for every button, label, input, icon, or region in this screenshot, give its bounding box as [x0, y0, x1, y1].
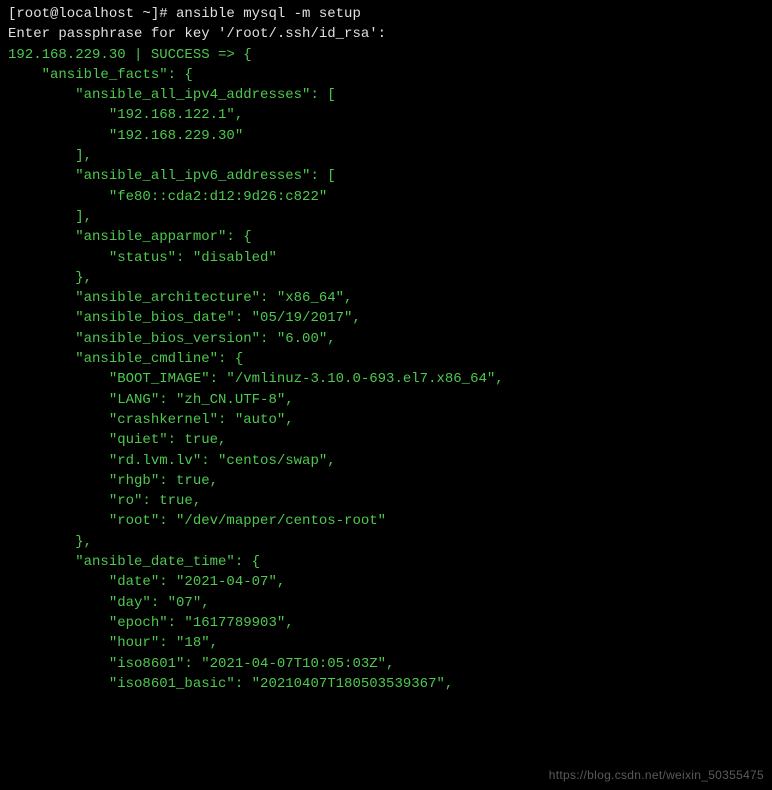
passphrase-prompt: Enter passphrase for key '/root/.ssh/id_… — [8, 26, 386, 42]
json-output-line: "ansible_cmdline": { — [8, 349, 764, 369]
json-output-line: ], — [8, 207, 764, 227]
json-output-line: ], — [8, 146, 764, 166]
json-output-line: "status": "disabled" — [8, 248, 764, 268]
json-output-line: "192.168.122.1", — [8, 105, 764, 125]
json-output-line: "rd.lvm.lv": "centos/swap", — [8, 451, 764, 471]
result-header: 192.168.229.30 | SUCCESS => { — [8, 47, 252, 63]
json-output-line: "rhgb": true, — [8, 471, 764, 491]
json-output-line: "192.168.229.30" — [8, 126, 764, 146]
passphrase-prompt-line: Enter passphrase for key '/root/.ssh/id_… — [8, 24, 764, 44]
json-output-line: "ro": true, — [8, 491, 764, 511]
json-output-line: "ansible_apparmor": { — [8, 227, 764, 247]
json-output-line: "iso8601": "2021-04-07T10:05:03Z", — [8, 654, 764, 674]
json-output-line: }, — [8, 532, 764, 552]
json-output-line: "date": "2021-04-07", — [8, 572, 764, 592]
json-output-line: "crashkernel": "auto", — [8, 410, 764, 430]
command-prompt-line: [root@localhost ~]# ansible mysql -m set… — [8, 4, 764, 24]
json-output: "ansible_facts": { "ansible_all_ipv4_add… — [8, 65, 764, 694]
json-output-line: "root": "/dev/mapper/centos-root" — [8, 511, 764, 531]
json-output-line: "iso8601_basic": "20210407T180503539367"… — [8, 674, 764, 694]
result-header-line: 192.168.229.30 | SUCCESS => { — [8, 45, 764, 65]
json-output-line: "day": "07", — [8, 593, 764, 613]
json-output-line: }, — [8, 268, 764, 288]
json-output-line: "ansible_date_time": { — [8, 552, 764, 572]
json-output-line: "ansible_architecture": "x86_64", — [8, 288, 764, 308]
json-output-line: "ansible_bios_version": "6.00", — [8, 329, 764, 349]
json-output-line: "ansible_bios_date": "05/19/2017", — [8, 308, 764, 328]
json-output-line: "ansible_all_ipv6_addresses": [ — [8, 166, 764, 186]
json-output-line: "quiet": true, — [8, 430, 764, 450]
json-output-line: "ansible_facts": { — [8, 65, 764, 85]
json-output-line: "BOOT_IMAGE": "/vmlinuz-3.10.0-693.el7.x… — [8, 369, 764, 389]
terminal-window: [root@localhost ~]# ansible mysql -m set… — [8, 4, 764, 694]
watermark-text: https://blog.csdn.net/weixin_50355475 — [549, 767, 764, 784]
json-output-line: "epoch": "1617789903", — [8, 613, 764, 633]
shell-prompt[interactable]: [root@localhost ~]# ansible mysql -m set… — [8, 6, 361, 22]
json-output-line: "fe80::cda2:d12:9d26:c822" — [8, 187, 764, 207]
json-output-line: "ansible_all_ipv4_addresses": [ — [8, 85, 764, 105]
json-output-line: "hour": "18", — [8, 633, 764, 653]
json-output-line: "LANG": "zh_CN.UTF-8", — [8, 390, 764, 410]
